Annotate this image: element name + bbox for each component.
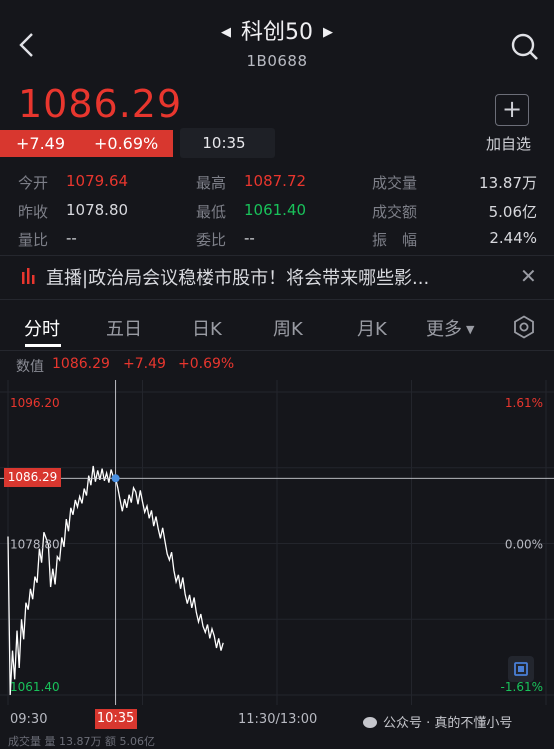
search-icon[interactable] bbox=[508, 30, 542, 64]
low-value: 1061.40 bbox=[244, 201, 307, 219]
y-tick-label-left: 1096.20 bbox=[10, 396, 60, 410]
add-watchlist-label[interactable]: 加自选 bbox=[486, 133, 531, 154]
amplitude-value: 2.44% bbox=[489, 229, 537, 247]
crosshair-dot bbox=[111, 474, 120, 483]
triangle-left-icon[interactable]: ◀ bbox=[221, 25, 231, 40]
x-tick-label: 09:30 bbox=[10, 712, 48, 727]
header-bar: ◀ 科创50 ▶ 1B0688 bbox=[0, 0, 554, 80]
bid-ratio-label: 委比 bbox=[196, 231, 227, 249]
bid-ratio-value: -- bbox=[244, 229, 255, 247]
low-label: 最低 bbox=[196, 203, 227, 221]
crosshair-info-value: 1086.29 bbox=[52, 356, 110, 372]
add-watchlist-button[interactable]: + bbox=[495, 94, 529, 126]
y-tick-label-left: 1061.40 bbox=[10, 680, 60, 694]
tab-weekly-k[interactable]: 周K bbox=[273, 315, 303, 341]
settings-icon[interactable] bbox=[512, 315, 536, 339]
page-title: 科创50 bbox=[241, 20, 313, 45]
volume-label: 成交量 bbox=[372, 174, 418, 192]
tab-intraday[interactable]: 分时 bbox=[24, 315, 60, 341]
current-price: 1086.29 bbox=[18, 82, 183, 126]
tab-more[interactable]: 更多 ▼ bbox=[426, 315, 474, 341]
close-icon[interactable]: ✕ bbox=[520, 264, 537, 288]
stock-code: 1B0688 bbox=[246, 52, 308, 70]
x-tick-label: 11:30/13:00 bbox=[238, 712, 318, 727]
vol-ratio-value: -- bbox=[66, 229, 77, 247]
watermark-text: 公众号 · 真的不懂小号 bbox=[383, 716, 513, 731]
live-bars-icon bbox=[22, 268, 35, 284]
tab-monthly-k[interactable]: 月K bbox=[357, 315, 387, 341]
divider bbox=[0, 299, 554, 300]
crosshair-info-pct: +0.69% bbox=[178, 356, 235, 372]
quote-time: 10:35 bbox=[202, 134, 246, 152]
y-tick-label-right: 1.61% bbox=[505, 396, 543, 410]
tab-more-label: 更多 bbox=[426, 319, 462, 340]
caret-down-icon: ▼ bbox=[466, 323, 475, 336]
intraday-chart[interactable]: 1096.20 1.61% 1078.80 0.00% 1061.40 -1.61% bbox=[0, 380, 554, 705]
volume-footer: 成交量 量 13.87万 额 5.06亿 bbox=[8, 735, 155, 748]
triangle-right-icon[interactable]: ▶ bbox=[323, 25, 333, 40]
vol-ratio-label: 量比 bbox=[18, 231, 49, 249]
tab-five-day[interactable]: 五日 bbox=[106, 315, 142, 341]
amount-value: 5.06亿 bbox=[488, 203, 537, 221]
watermark: 公众号 · 真的不懂小号 bbox=[363, 712, 512, 731]
divider bbox=[0, 350, 554, 351]
crosshair-price-badge: 1086.29 bbox=[4, 468, 61, 488]
y-tick-label-right: -1.61% bbox=[501, 680, 543, 694]
fullscreen-icon[interactable] bbox=[508, 656, 534, 682]
y-tick-label-left: 1078.80 bbox=[10, 538, 60, 552]
volume-value: 13.87万 bbox=[479, 174, 537, 192]
price-change-pct: +0.69% bbox=[94, 134, 159, 153]
active-tab-indicator bbox=[25, 344, 61, 347]
price-change: +7.49 bbox=[16, 134, 66, 153]
open-label: 今开 bbox=[18, 174, 49, 192]
y-tick-label-right: 0.00% bbox=[505, 538, 543, 552]
title-wrap: ◀ 科创50 ▶ bbox=[0, 14, 554, 46]
crosshair-info-label: 数值 bbox=[16, 359, 44, 375]
tab-daily-k[interactable]: 日K bbox=[192, 315, 222, 341]
crosshair-info-change: +7.49 bbox=[123, 356, 166, 372]
wechat-icon bbox=[363, 717, 377, 728]
high-label: 最高 bbox=[196, 174, 227, 192]
crosshair-time-badge: 10:35 bbox=[94, 709, 137, 729]
prev-close-label: 昨收 bbox=[18, 203, 49, 221]
amount-label: 成交额 bbox=[372, 203, 418, 221]
open-value: 1079.64 bbox=[66, 172, 129, 190]
high-value: 1087.72 bbox=[244, 172, 307, 190]
prev-close-value: 1078.80 bbox=[66, 201, 129, 219]
amplitude-label: 振 幅 bbox=[372, 231, 418, 249]
news-headline[interactable]: 直播|政治局会议稳楼市股市！将会带来哪些影... bbox=[46, 264, 429, 290]
